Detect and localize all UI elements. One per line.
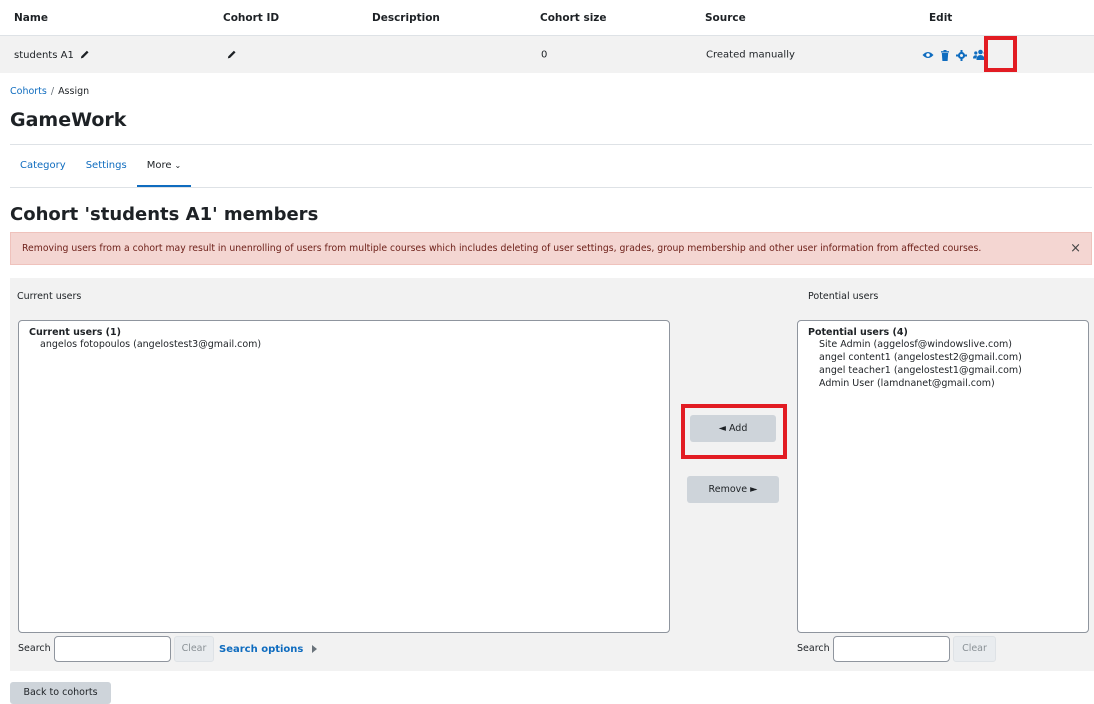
header-cohort-id: Cohort ID [223,11,280,24]
header-description: Description [372,11,440,24]
list-item[interactable]: Site Admin (aggelosf@windowslive.com) [808,338,1078,351]
current-users-label: Current users [17,291,82,302]
cohort-source: Created manually [706,49,795,60]
close-icon[interactable]: × [1070,242,1081,255]
search-options-label: Search options [219,644,304,655]
potential-users-label: Potential users [808,291,879,302]
current-search-input[interactable] [54,636,171,662]
pencil-icon[interactable] [79,49,90,60]
tab-settings[interactable]: Settings [76,145,137,187]
list-item[interactable]: angelos fotopoulos (angelostest3@gmail.c… [29,338,659,351]
cohort-name-cell: students A1 [14,49,90,60]
list-item[interactable]: angel content1 (angelostest2@gmail.com) [808,351,1078,364]
warning-alert: Removing users from a cohort may result … [10,232,1092,265]
alert-message: Removing users from a cohort may result … [22,243,982,254]
user-selector-panel: Current users Potential users Current us… [10,278,1094,671]
cohort-id-cell [224,49,237,61]
breadcrumb-current: Assign [58,86,90,97]
edit-actions [922,44,988,66]
current-clear-button[interactable]: Clear [174,636,214,662]
tab-more[interactable]: More ⌄ [136,145,192,187]
header-edit: Edit [929,11,953,24]
back-to-cohorts-button[interactable]: Back to cohorts [10,682,111,704]
breadcrumb-separator: / [50,86,55,97]
table-header-row: Name Cohort ID Description Cohort size S… [0,0,1094,36]
chevron-down-icon: ⌄ [174,161,182,170]
search-options-toggle[interactable]: Search options [219,644,318,655]
header-cohort-size: Cohort size [540,11,607,24]
tab-category[interactable]: Category [10,145,76,187]
list-item[interactable]: angel teacher1 (angelostest1@gmail.com) [808,364,1078,377]
eye-icon[interactable] [922,50,934,60]
list-item[interactable]: Admin User (lamdnanet@gmail.com) [808,377,1078,390]
current-users-select[interactable]: Current users (1) angelos fotopoulos (an… [18,320,670,633]
header-source: Source [705,11,746,24]
potential-clear-button[interactable]: Clear [953,636,996,662]
caret-right-icon [311,645,317,653]
divider [10,187,1092,188]
remove-button[interactable]: Remove ► [687,476,779,503]
trash-icon[interactable] [940,49,950,61]
tab-more-label: More [146,160,172,171]
header-name: Name [14,11,48,24]
potential-search-label: Search [797,643,830,654]
page-title: GameWork [10,109,127,131]
current-search-label: Search [18,643,51,654]
secondary-nav: Category Settings More ⌄ [10,145,191,187]
cohort-size: 0 [541,49,548,60]
highlight-add-button [681,404,787,459]
potential-users-group: Potential users (4) [808,327,908,338]
gear-icon[interactable] [956,49,967,61]
breadcrumb-cohorts-link[interactable]: Cohorts [10,86,47,97]
cohorts-table: Name Cohort ID Description Cohort size S… [0,0,1094,73]
highlight-cohort-assign [984,36,1017,72]
breadcrumb: Cohorts / Assign [10,86,89,97]
pencil-icon[interactable] [226,49,237,60]
potential-users-select[interactable]: Potential users (4) Site Admin (aggelosf… [797,320,1089,633]
table-row: students A1 0 Created manually [0,36,1094,73]
cohort-name[interactable]: students A1 [14,49,74,60]
page-heading: Cohort 'students A1' members [10,204,319,225]
potential-search-input[interactable] [833,636,950,662]
current-users-group: Current users (1) [29,327,121,338]
